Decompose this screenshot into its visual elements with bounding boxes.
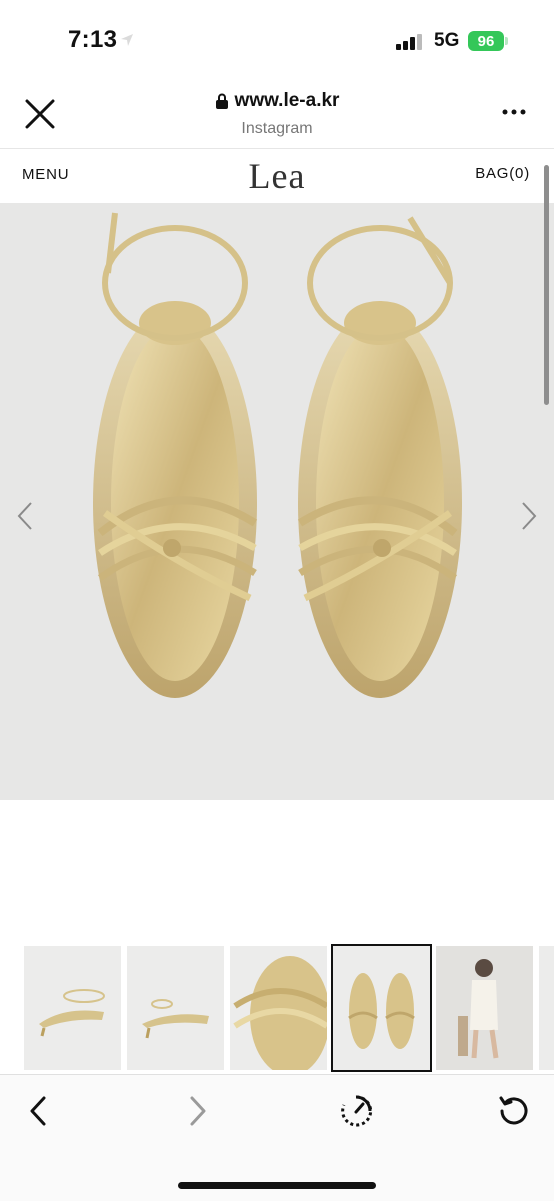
- url-text: www.le-a.kr: [234, 90, 340, 111]
- sandals-image: [93, 212, 462, 698]
- bag-button[interactable]: BAG(0): [475, 165, 530, 182]
- previous-image-arrow[interactable]: [14, 500, 36, 532]
- next-image-arrow[interactable]: [518, 500, 540, 532]
- product-image[interactable]: [0, 203, 554, 800]
- gauge-icon: [341, 1095, 373, 1127]
- back-button[interactable]: [18, 1091, 58, 1131]
- forward-button[interactable]: [178, 1091, 218, 1131]
- speed-button[interactable]: [336, 1091, 376, 1131]
- thumbnail-3[interactable]: [230, 946, 327, 1070]
- brand-logo[interactable]: Lea: [0, 155, 554, 197]
- reload-button[interactable]: [494, 1091, 534, 1131]
- chevron-right-icon: [190, 1096, 206, 1126]
- url-area[interactable]: www.le-a.kr Instagram: [0, 90, 554, 138]
- battery-level: 96: [477, 32, 495, 50]
- thumbnail-1[interactable]: [24, 946, 121, 1070]
- signal-icon: [396, 34, 422, 50]
- lock-icon: [215, 93, 228, 109]
- status-time: 7:13: [68, 26, 118, 53]
- battery-nub: [505, 37, 508, 45]
- thumbnail-2[interactable]: [127, 946, 224, 1070]
- more-icon[interactable]: [500, 104, 528, 120]
- right-sandal: [297, 216, 462, 698]
- site-header: MENU Lea BAG(0): [0, 149, 554, 203]
- browser-header: www.le-a.kr Instagram: [0, 82, 554, 149]
- thumbnail-5[interactable]: [436, 946, 533, 1070]
- page-scrollbar[interactable]: [544, 165, 549, 405]
- battery-indicator: 96: [468, 31, 504, 51]
- network-label: 5G: [434, 30, 460, 51]
- thumbnail-6[interactable]: [539, 946, 554, 1070]
- url-bar[interactable]: www.le-a.kr: [215, 90, 340, 112]
- location-icon: [121, 34, 133, 46]
- status-bar: 7:13 5G 96: [0, 0, 554, 82]
- chevron-left-icon: [30, 1096, 46, 1126]
- left-sandal: [93, 212, 258, 698]
- home-indicator[interactable]: [178, 1182, 376, 1189]
- thumbnail-4[interactable]: [331, 944, 432, 1072]
- reload-icon: [499, 1096, 528, 1125]
- thumbnail-strip: [0, 944, 554, 1074]
- browser-subtitle: Instagram: [241, 120, 313, 137]
